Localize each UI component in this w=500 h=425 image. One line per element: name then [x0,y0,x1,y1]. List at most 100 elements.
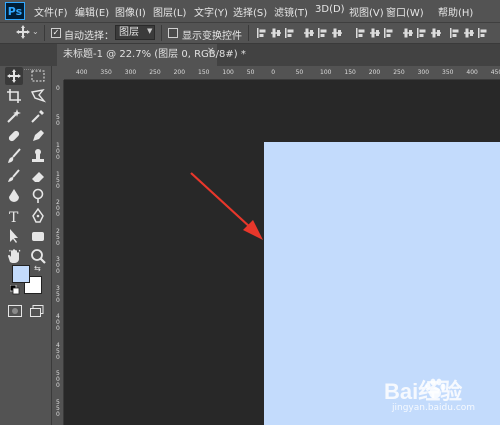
menu-item[interactable]: 窗口(W) [386,4,424,19]
show-transform-checkbox[interactable] [168,28,178,38]
photoshop-logo: Ps [5,2,25,20]
zoom-tool-icon[interactable] [29,247,47,265]
menu-item[interactable]: 视图(V) [349,4,384,19]
ruler-tick-label: 4 0 0 [56,313,60,332]
ruler-tick-label: 5 0 [56,113,60,127]
swap-colors-icon[interactable]: ⇆ [34,264,41,273]
ruler-tick-label: 2 0 0 [56,199,60,218]
align-distribute-icon[interactable] [270,27,282,39]
annotation-arrow [190,172,263,240]
show-transform-label: 显示变换控件 [182,31,242,42]
close-icon[interactable]: × [207,46,215,56]
ruler-tick-label: 100 [320,69,332,76]
ruler-tick-label: 200 [173,69,186,76]
eyedropper-tool-icon[interactable] [29,107,47,125]
options-separator [248,25,249,41]
chevron-down-icon: ▼ [147,27,153,35]
type-tool-icon[interactable]: T [5,207,23,225]
document-tab[interactable]: 未标题-1 @ 22.7% (图层 0, RGB/8#) * [57,44,246,66]
ruler-origin[interactable] [52,66,64,80]
ruler-tick-label: 250 [393,69,405,76]
eraser-tool-icon[interactable] [29,167,47,185]
ruler-tick-label: 350 [100,69,112,76]
ruler-tick-label: 400 [466,69,478,76]
history-brush-tool-icon[interactable] [5,167,23,185]
baidu-jingyan-watermark: Bai经验 jingyan.baidu.com [382,372,500,425]
ruler-tick-label: 300 [417,69,430,76]
align-distribute-icon[interactable] [303,27,315,39]
align-distribute-icon[interactable] [317,27,329,39]
options-separator [161,25,162,41]
gradient-tool-icon[interactable] [5,187,23,205]
ruler-tick-label: 5 0 0 [56,370,60,389]
menu-item[interactable]: 文字(Y) [194,4,228,19]
clone-stamp-tool-icon[interactable] [29,147,47,165]
menu-item[interactable]: 3D(D) [315,4,345,15]
ruler-tick-label: 4 5 0 [56,341,60,361]
ruler-tick-label: 50 [295,69,304,76]
crop-tool-icon[interactable] [5,87,23,105]
magic-wand-tool-icon[interactable] [5,107,23,125]
default-colors-icon[interactable] [10,285,20,295]
quick-mask-icon[interactable] [8,305,22,317]
menu-item[interactable]: 编辑(E) [75,4,109,19]
rectangle-tool-icon[interactable] [29,227,47,245]
pen-tool-icon[interactable] [29,207,47,225]
ruler-tick-label: 150 [198,69,210,76]
menu-item[interactable]: 图像(I) [115,4,146,19]
ruler-tick-label: 3 0 0 [56,256,60,275]
align-distribute-icon[interactable] [331,27,343,39]
move-tool-icon[interactable] [5,67,23,85]
align-distribute-icon[interactable] [369,27,381,39]
ruler-tick-label: 100 [222,69,234,76]
align-distribute-icon[interactable] [383,27,395,39]
ruler-tick-label: 150 [344,69,356,76]
svg-text:T: T [9,210,19,225]
dodge-tool-icon[interactable] [29,187,47,205]
ruler-tick-label: 300 [124,69,137,76]
ruler-tick-label: 1 5 0 [56,170,60,190]
brush-tool-icon[interactable] [5,147,23,165]
ruler-tick-label: 450 [490,69,500,76]
lasso-tool-icon[interactable] [29,87,47,105]
ruler-tick-label: 0 [56,85,60,92]
screen-mode-icon[interactable] [30,305,44,317]
move-tool-icon[interactable] [16,25,30,39]
ruler-tick-label: 200 [368,69,381,76]
align-distribute-icon[interactable] [416,27,428,39]
ruler-tick-label: 0 [271,69,276,76]
auto-select-checkbox[interactable]: ✓ [51,28,61,38]
foreground-color-swatch[interactable] [12,265,30,283]
align-distribute-icon[interactable] [256,27,268,39]
align-distribute-icon[interactable] [449,27,461,39]
watermark-brand: Bai经验 [384,379,463,404]
align-distribute-icon[interactable] [355,27,367,39]
ruler-tick-label: 400 [76,69,88,76]
healing-brush-tool-icon[interactable] [5,127,23,145]
align-distribute-icon[interactable] [477,27,489,39]
options-separator [44,25,45,41]
align-distribute-icon[interactable] [430,27,442,39]
ruler-tick-label: 1 0 0 [56,142,60,161]
more-tools-icon[interactable]: ··· [8,244,22,258]
path-selection-tool-icon[interactable] [5,227,23,245]
tool-preset-chevron-icon[interactable]: ⌄ [32,27,39,36]
marquee-tool-icon[interactable] [29,67,47,85]
ruler-tick-label: 50 [246,69,255,76]
align-distribute-icon[interactable] [402,27,414,39]
menu-item[interactable]: 选择(S) [233,4,267,19]
ruler-tick-label: 250 [149,69,161,76]
pen-nib-tool-icon[interactable] [29,127,47,145]
menu-item[interactable]: 滤镜(T) [274,4,308,19]
menu-item[interactable]: 帮助(H) [438,4,473,19]
auto-select-label: 自动选择： [64,31,114,42]
watermark-url: jingyan.baidu.com [392,403,476,413]
menu-item[interactable]: 图层(L) [153,4,186,19]
align-distribute-icon[interactable] [463,27,475,39]
ruler-tick-label: 2 5 0 [56,227,60,247]
menu-item[interactable]: 文件(F) [34,4,68,19]
ruler-tick-label: 5 5 0 [56,398,60,418]
ruler-tick-label: 350 [442,69,454,76]
align-distribute-icon[interactable] [284,27,296,39]
ruler-tick-label: 3 5 0 [56,284,60,304]
